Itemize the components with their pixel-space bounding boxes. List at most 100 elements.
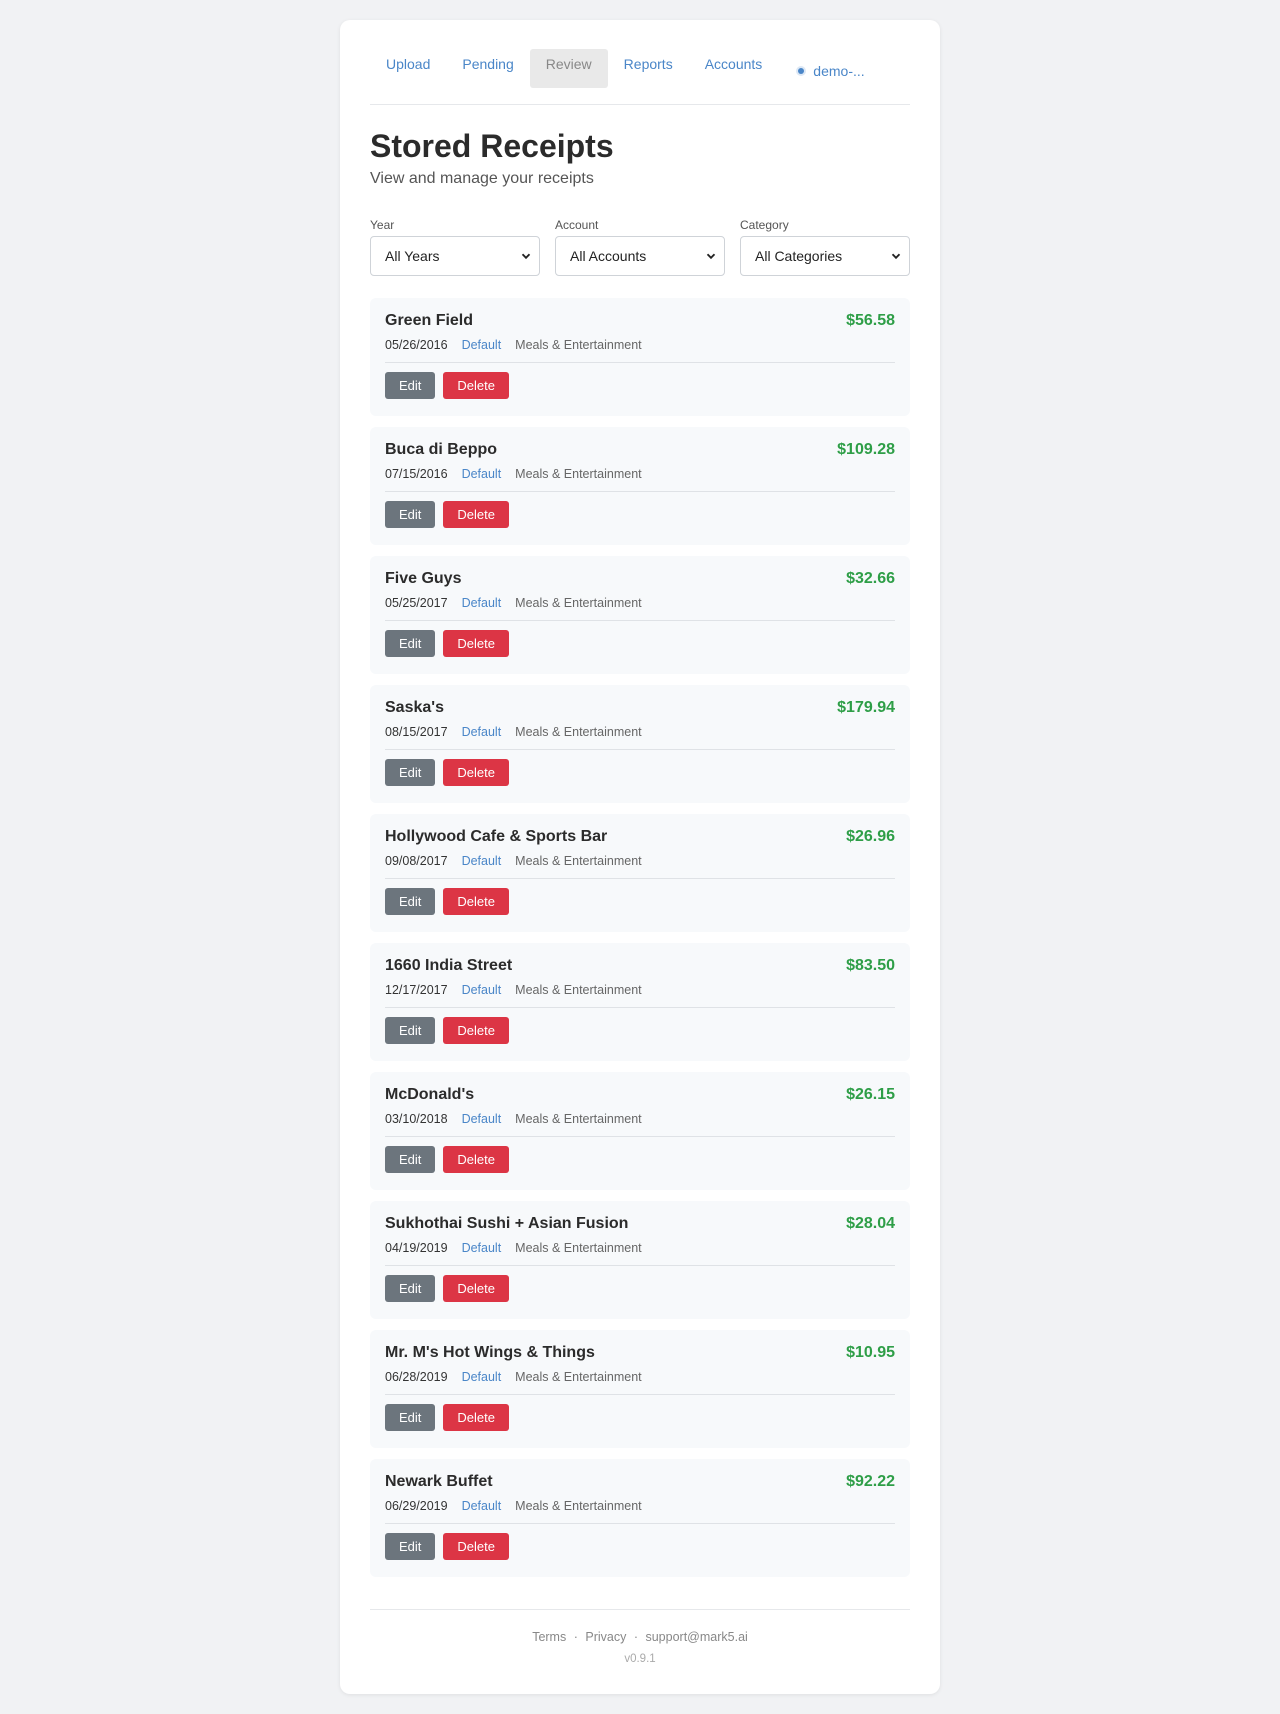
receipt-merchant: Hollywood Cafe & Sports Bar: [385, 828, 608, 845]
receipt-account-link[interactable]: Default: [462, 1112, 502, 1126]
edit-button[interactable]: Edit: [385, 1275, 436, 1302]
receipt-amount: $92.22: [846, 1473, 895, 1490]
receipt-date: 05/26/2016: [385, 338, 448, 352]
delete-button[interactable]: Delete: [443, 759, 509, 786]
receipt-category: Meals & Entertainment: [515, 1499, 642, 1513]
footer-links: Terms · Privacy · support@mark5.ai: [340, 1630, 940, 1644]
chevron-down-icon: [521, 253, 531, 260]
receipt-card: Green Field $56.58 05/26/2016 Default Me…: [370, 298, 910, 416]
receipt-account-link[interactable]: Default: [462, 1499, 502, 1513]
receipt-card: 1660 India Street $83.50 12/17/2017 Defa…: [370, 943, 910, 1061]
receipt-date: 07/15/2016: [385, 467, 448, 481]
receipt-merchant: Buca di Beppo: [385, 441, 498, 458]
edit-button[interactable]: Edit: [385, 1146, 436, 1173]
category-filter: Category All Categories: [740, 218, 910, 276]
app-version: v0.9.1: [624, 1653, 656, 1665]
receipt-merchant: Saska's: [385, 699, 444, 716]
receipt-category: Meals & Entertainment: [515, 338, 642, 352]
year-filter: Year All Years: [370, 218, 540, 276]
receipt-card: McDonald's $26.15 03/10/2018 Default Mea…: [370, 1072, 910, 1190]
receipt-category: Meals & Entertainment: [515, 1370, 642, 1384]
receipt-date: 09/08/2017: [385, 854, 448, 868]
receipt-date: 06/28/2019: [385, 1370, 448, 1384]
receipt-account-link[interactable]: Default: [462, 1241, 502, 1255]
main-card: Upload Pending Review Reports Accounts d…: [340, 20, 940, 1694]
receipt-category: Meals & Entertainment: [515, 467, 642, 481]
nav-tab-upload[interactable]: Upload: [370, 49, 446, 88]
delete-button[interactable]: Delete: [443, 888, 509, 915]
receipt-merchant: Five Guys: [385, 570, 462, 587]
receipt-date: 05/25/2017: [385, 596, 448, 610]
receipt-card: Saska's $179.94 08/15/2017 Default Meals…: [370, 685, 910, 803]
nav-tab-pending[interactable]: Pending: [446, 49, 529, 88]
receipt-category: Meals & Entertainment: [515, 983, 642, 997]
category-filter-label: Category: [740, 218, 789, 232]
nav-tab-review[interactable]: Review: [529, 49, 608, 88]
user-menu[interactable]: demo-...: [778, 49, 865, 88]
receipt-card: Hollywood Cafe & Sports Bar $26.96 09/08…: [370, 814, 910, 932]
receipt-merchant: Mr. M's Hot Wings & Things: [385, 1344, 595, 1361]
receipt-amount: $109.28: [837, 441, 895, 458]
delete-button[interactable]: Delete: [443, 1146, 509, 1173]
filters: Year All Years Account All Accounts Cate…: [370, 218, 910, 276]
edit-button[interactable]: Edit: [385, 1404, 436, 1431]
receipt-account-link[interactable]: Default: [462, 725, 502, 739]
delete-button[interactable]: Delete: [443, 501, 509, 528]
chevron-down-icon: [706, 253, 716, 260]
receipt-amount: $10.95: [846, 1344, 895, 1361]
receipt-date: 06/29/2019: [385, 1499, 448, 1513]
receipt-amount: $56.58: [846, 312, 895, 329]
receipt-account-link[interactable]: Default: [462, 983, 502, 997]
terms-link[interactable]: Terms: [532, 1630, 566, 1644]
edit-button[interactable]: Edit: [385, 372, 436, 399]
delete-button[interactable]: Delete: [443, 372, 509, 399]
receipt-merchant: Sukhothai Sushi + Asian Fusion: [385, 1215, 629, 1232]
edit-button[interactable]: Edit: [385, 759, 436, 786]
delete-button[interactable]: Delete: [443, 630, 509, 657]
receipt-card: Sukhothai Sushi + Asian Fusion $28.04 04…: [370, 1201, 910, 1319]
status-dot-icon: [798, 67, 805, 74]
footer-divider: [370, 1609, 910, 1610]
receipt-date: 08/15/2017: [385, 725, 448, 739]
support-email-link[interactable]: support@mark5.ai: [645, 1630, 747, 1644]
receipt-account-link[interactable]: Default: [462, 1370, 502, 1384]
receipt-category: Meals & Entertainment: [515, 725, 642, 739]
nav-tab-accounts[interactable]: Accounts: [689, 49, 779, 88]
receipt-category: Meals & Entertainment: [515, 1241, 642, 1255]
year-select-value: All Years: [385, 248, 440, 264]
edit-button[interactable]: Edit: [385, 1017, 436, 1044]
receipt-card: Newark Buffet $92.22 06/29/2019 Default …: [370, 1459, 910, 1577]
receipt-date: 03/10/2018: [385, 1112, 448, 1126]
receipt-account-link[interactable]: Default: [462, 596, 502, 610]
account-select[interactable]: All Accounts: [555, 236, 725, 276]
delete-button[interactable]: Delete: [443, 1533, 509, 1560]
delete-button[interactable]: Delete: [443, 1275, 509, 1302]
receipt-account-link[interactable]: Default: [462, 467, 502, 481]
receipt-account-link[interactable]: Default: [462, 854, 502, 868]
nav-tab-reports[interactable]: Reports: [608, 49, 689, 88]
receipt-merchant: 1660 India Street: [385, 957, 513, 974]
receipt-list: Green Field $56.58 05/26/2016 Default Me…: [370, 298, 910, 1588]
receipt-category: Meals & Entertainment: [515, 596, 642, 610]
account-filter-label: Account: [555, 218, 599, 232]
edit-button[interactable]: Edit: [385, 1533, 436, 1560]
edit-button[interactable]: Edit: [385, 501, 436, 528]
delete-button[interactable]: Delete: [443, 1404, 509, 1431]
footer-separator: ·: [633, 1630, 638, 1644]
delete-button[interactable]: Delete: [443, 1017, 509, 1044]
edit-button[interactable]: Edit: [385, 630, 436, 657]
year-select[interactable]: All Years: [370, 236, 540, 276]
receipt-amount: $26.96: [846, 828, 895, 845]
receipt-merchant: McDonald's: [385, 1086, 475, 1103]
footer-separator: ·: [573, 1630, 578, 1644]
account-select-value: All Accounts: [570, 248, 647, 264]
edit-button[interactable]: Edit: [385, 888, 436, 915]
receipt-account-link[interactable]: Default: [462, 338, 502, 352]
privacy-link[interactable]: Privacy: [585, 1630, 626, 1644]
receipt-amount: $179.94: [837, 699, 895, 716]
category-select-value: All Categories: [755, 248, 843, 264]
category-select[interactable]: All Categories: [740, 236, 910, 276]
receipt-date: 12/17/2017: [385, 983, 448, 997]
page-subtitle: View and manage your receipts: [370, 170, 594, 187]
receipt-amount: $26.15: [846, 1086, 895, 1103]
